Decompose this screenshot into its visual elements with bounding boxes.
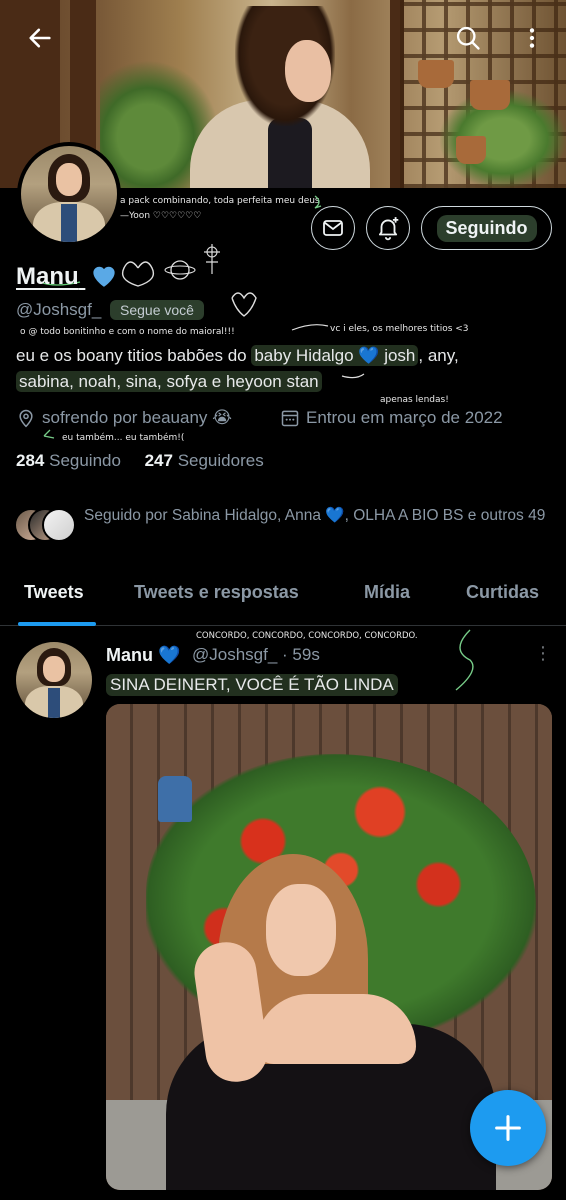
active-tab-indicator <box>18 622 96 626</box>
person-face <box>266 884 336 976</box>
tweet-text: SINA DEINERT, VOCÊ É TÃO LINDA <box>106 674 398 696</box>
bio-highlight: baby Hidalgo 💙 josh <box>251 345 419 366</box>
flower-doodle <box>204 244 220 274</box>
tab-media[interactable]: Mídia <box>364 582 410 603</box>
tweet-author-handle: @Joshsgf_ · 59s <box>192 645 320 664</box>
planet-ring-doodle <box>164 265 196 275</box>
profile-location: sofrendo por beauany 😭 <box>16 408 232 428</box>
tab-tweets[interactable]: Tweets <box>24 582 84 603</box>
location-pin-icon <box>19 409 33 428</box>
compose-tweet-button[interactable] <box>470 1090 546 1166</box>
profile-bio: eu e os boany titios babões do baby Hida… <box>16 343 556 395</box>
blue-heart-icon <box>93 266 115 287</box>
tweet-more-icon[interactable]: ⋮ <box>534 643 552 664</box>
heart-doodle <box>121 261 155 287</box>
avatar <box>42 508 76 542</box>
planet-doodle <box>170 260 190 280</box>
arrow-doodle <box>314 195 322 209</box>
arrow-doodle <box>43 429 55 439</box>
profile-tabs: Tweets Tweets e respostas Mídia Curtidas <box>0 570 566 626</box>
followed-by-text[interactable]: Seguido por Sabina Hidalgo, Anna 💙, OLHA… <box>84 505 554 527</box>
following-link[interactable]: 284 Seguindo <box>16 451 121 470</box>
bio-highlight: sabina, noah, sina, sofya e heyoon stan <box>16 371 322 392</box>
bio-text: eu e os boany titios babões do <box>16 346 252 365</box>
tab-likes[interactable]: Curtidas <box>466 582 539 603</box>
profile-handle: @Joshsgf_ <box>16 300 102 319</box>
follows-you-badge: Segue você <box>110 300 204 320</box>
location-text: sofrendo por beauany 😭 <box>42 408 232 427</box>
calendar-icon <box>281 410 299 427</box>
followers-link[interactable]: 247 Seguidores <box>145 451 264 470</box>
join-date-text: Entrou em março de 2022 <box>306 408 503 427</box>
mutual-followers-avatars[interactable] <box>14 508 78 542</box>
avatar-photo <box>16 642 92 718</box>
profile-name: Manu <box>16 262 119 291</box>
profile-join-date: Entrou em março de 2022 <box>280 408 503 428</box>
follow-counts: 284 Seguindo 247 Seguidores <box>16 451 264 471</box>
person-shoulder <box>256 994 416 1064</box>
heart-doodle <box>231 292 257 317</box>
plus-icon <box>495 1115 521 1141</box>
bio-text: , any, <box>418 346 459 365</box>
squiggle-doodle <box>455 629 474 691</box>
street-sign <box>158 776 192 822</box>
tweet-author-name[interactable]: Manu 💙 <box>106 645 180 666</box>
arrow-doodle <box>291 324 329 331</box>
tweet-avatar[interactable] <box>16 642 92 718</box>
tab-tweets-replies[interactable]: Tweets e respostas <box>134 582 299 603</box>
